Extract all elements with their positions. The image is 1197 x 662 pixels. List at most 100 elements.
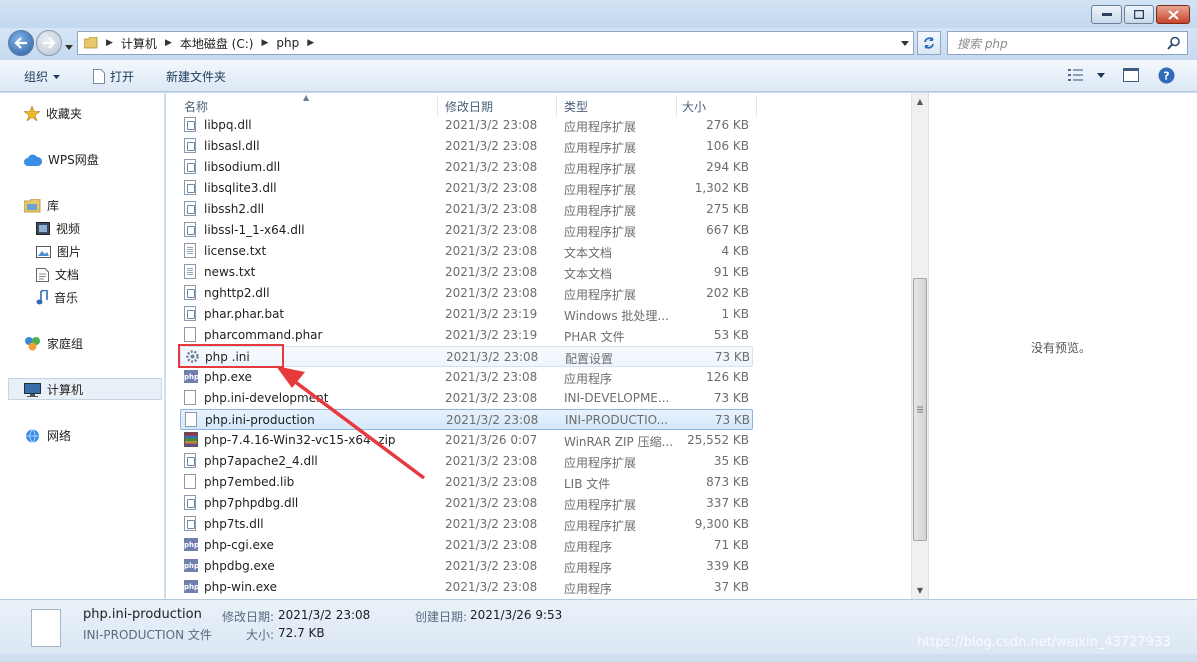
dll-file-icon — [184, 495, 198, 511]
file-row[interactable]: license.txt 2021/3/2 23:08 文本文档 4 KB — [180, 241, 753, 262]
file-row[interactable]: phar.phar.bat 2021/3/2 23:19 Windows 批处理..… — [180, 304, 753, 325]
file-row[interactable]: libssl-1_1-x64.dll 2021/3/2 23:08 应用程序扩展 66… — [180, 220, 753, 241]
open-button[interactable]: 打开 — [93, 68, 134, 85]
sidebar-item-documents[interactable]: 文档 — [36, 266, 79, 283]
help-button[interactable]: ? — [1158, 67, 1175, 84]
new-folder-button[interactable]: 新建文件夹 — [166, 68, 226, 85]
sidebar-item-label: 视频 — [56, 222, 81, 236]
view-options-button[interactable] — [1068, 69, 1105, 81]
file-row[interactable]: php7embed.lib 2021/3/2 23:08 LIB 文件 873 KB — [180, 472, 753, 493]
video-icon — [36, 222, 50, 235]
search-icon[interactable] — [1167, 36, 1181, 50]
network-icon — [26, 428, 39, 443]
file-type: WinRAR ZIP 压缩... — [564, 435, 674, 449]
file-row[interactable]: libsodium.dll 2021/3/2 23:08 应用程序扩展 294 KB — [180, 157, 753, 178]
details-modified-value: 2021/3/2 23:08 — [278, 608, 371, 622]
crumb-separator-icon[interactable]: ▶ — [106, 38, 113, 48]
file-row[interactable]: libsqlite3.dll 2021/3/2 23:08 应用程序扩展 1,302 … — [180, 178, 753, 199]
file-type: 文本文档 — [564, 267, 613, 281]
minimize-button[interactable] — [1091, 5, 1122, 24]
breadcrumb-computer[interactable]: 计算机 — [121, 35, 157, 52]
sidebar-item-pictures[interactable]: 图片 — [36, 243, 81, 260]
column-type-label: 类型 — [564, 99, 589, 114]
library-icon — [24, 198, 41, 212]
file-date: 2021/3/2 23:08 — [445, 454, 538, 468]
organize-menu[interactable]: 组织 — [24, 68, 61, 85]
file-name: libssl-1_1-x64.dll — [204, 223, 305, 237]
file-row[interactable]: php7apache2_4.dll 2021/3/2 23:08 应用程序扩展 35 … — [180, 451, 753, 472]
file-type: 应用程序扩展 — [564, 498, 637, 512]
file-type: INI-PRODUCTIO... — [565, 413, 669, 427]
refresh-button[interactable] — [917, 31, 941, 55]
file-row[interactable]: news.txt 2021/3/2 23:08 文本文档 91 KB — [180, 262, 753, 283]
vertical-scrollbar[interactable]: ▲ ▼ — [911, 93, 928, 599]
chevron-down-icon — [53, 74, 61, 79]
sort-ascending-icon: ▲ — [303, 93, 310, 102]
sidebar-item-video[interactable]: 视频 — [36, 220, 80, 237]
file-row[interactable]: php php.exe 2021/3/2 23:08 应用程序 126 KB — [180, 367, 753, 388]
column-header-size[interactable]: 大小 — [682, 95, 706, 117]
file-type: Windows 批处理... — [564, 309, 669, 323]
sidebar-item-computer[interactable]: 计算机 — [24, 381, 83, 398]
maximize-button[interactable] — [1124, 5, 1154, 24]
file-size: 91 KB — [713, 265, 749, 279]
back-button[interactable] — [8, 30, 34, 56]
file-row[interactable]: nghttp2.dll 2021/3/2 23:08 应用程序扩展 202 KB — [180, 283, 753, 304]
scroll-up-button[interactable]: ▲ — [912, 93, 928, 110]
file-row[interactable]: libsasl.dll 2021/3/2 23:08 应用程序扩展 106 KB — [180, 136, 753, 157]
file-icon — [184, 390, 198, 406]
file-row[interactable]: php7ts.dll 2021/3/2 23:08 应用程序扩展 9,300 KB — [180, 514, 753, 535]
file-row[interactable]: php.ini-production 2021/3/2 23:08 INI-PROD… — [180, 409, 753, 430]
file-size: 4 KB — [721, 244, 749, 258]
dll-file-icon — [184, 201, 198, 217]
close-button[interactable] — [1156, 5, 1190, 24]
scroll-down-button[interactable]: ▼ — [912, 582, 928, 599]
file-date: 2021/3/2 23:08 — [445, 160, 538, 174]
column-header-type[interactable]: 类型 — [564, 95, 588, 117]
new-folder-label: 新建文件夹 — [166, 70, 227, 84]
file-row[interactable]: php phpdbg.exe 2021/3/2 23:08 应用程序 339 KB — [180, 556, 753, 577]
file-row[interactable]: php-7.4.16-Win32-vc15-x64 .zip 2021/3/26 … — [180, 430, 753, 451]
sidebar-item-library[interactable]: 库 — [24, 197, 59, 214]
column-divider[interactable] — [437, 95, 438, 117]
file-row[interactable]: php php-win.exe 2021/3/2 23:08 应用程序 37 KB — [180, 577, 753, 598]
sidebar-item-homegroup[interactable]: 家庭组 — [24, 335, 83, 352]
forward-button[interactable] — [36, 30, 62, 56]
breadcrumb-php[interactable]: php — [276, 36, 299, 50]
sidebar-item-wps[interactable]: WPS网盘 — [24, 151, 99, 168]
file-row[interactable]: php.ini-development 2021/3/2 23:08 INI-DEV… — [180, 388, 753, 409]
file-row[interactable]: libssh2.dll 2021/3/2 23:08 应用程序扩展 275 KB — [180, 199, 753, 220]
search-input[interactable]: 搜索 php — [947, 31, 1188, 55]
dll-file-icon — [184, 180, 198, 196]
picture-icon — [36, 245, 51, 258]
file-row[interactable]: libpq.dll 2021/3/2 23:08 应用程序扩展 276 KB — [180, 115, 753, 136]
column-divider[interactable] — [756, 95, 757, 117]
crumb-separator-icon[interactable]: ▶ — [165, 38, 172, 48]
file-size: 25,552 KB — [687, 433, 749, 447]
crumb-separator-icon[interactable]: ▶ — [261, 38, 268, 48]
file-row[interactable]: php7phpdbg.dll 2021/3/2 23:08 应用程序扩展 337 KB — [180, 493, 753, 514]
address-history-chevron-icon[interactable] — [901, 41, 909, 46]
column-header-date[interactable]: 修改日期 — [445, 95, 493, 117]
scroll-thumb[interactable] — [913, 278, 927, 541]
crumb-separator-icon[interactable]: ▶ — [307, 38, 314, 48]
sidebar-item-favorites[interactable]: 收藏夹 — [24, 105, 82, 122]
breadcrumb-local-disk[interactable]: 本地磁盘 (C:) — [180, 35, 254, 52]
preview-pane-toggle[interactable] — [1123, 68, 1139, 82]
file-name: php7apache2_4.dll — [204, 454, 318, 468]
column-divider[interactable] — [556, 95, 557, 117]
file-row[interactable]: php php-cgi.exe 2021/3/2 23:08 应用程序 71 KB — [180, 535, 753, 556]
column-header-name[interactable]: 名称 — [184, 95, 208, 117]
address-bar[interactable]: ▶ 计算机 ▶ 本地磁盘 (C:) ▶ php ▶ — [77, 31, 914, 55]
column-divider[interactable] — [676, 95, 677, 117]
file-type: PHAR 文件 — [564, 330, 625, 344]
sidebar-item-network[interactable]: 网络 — [24, 427, 71, 444]
winrar-zip-icon — [184, 432, 198, 448]
file-row[interactable]: pharcommand.phar 2021/3/2 23:19 PHAR 文件 53 … — [180, 325, 753, 346]
recent-pages-dropdown[interactable] — [65, 39, 73, 53]
sidebar-item-music[interactable]: 音乐 — [36, 289, 78, 306]
file-icon — [184, 474, 198, 490]
svg-text:?: ? — [1163, 70, 1169, 83]
file-date: 2021/3/2 23:08 — [445, 370, 538, 384]
arrow-left-icon — [14, 37, 27, 49]
